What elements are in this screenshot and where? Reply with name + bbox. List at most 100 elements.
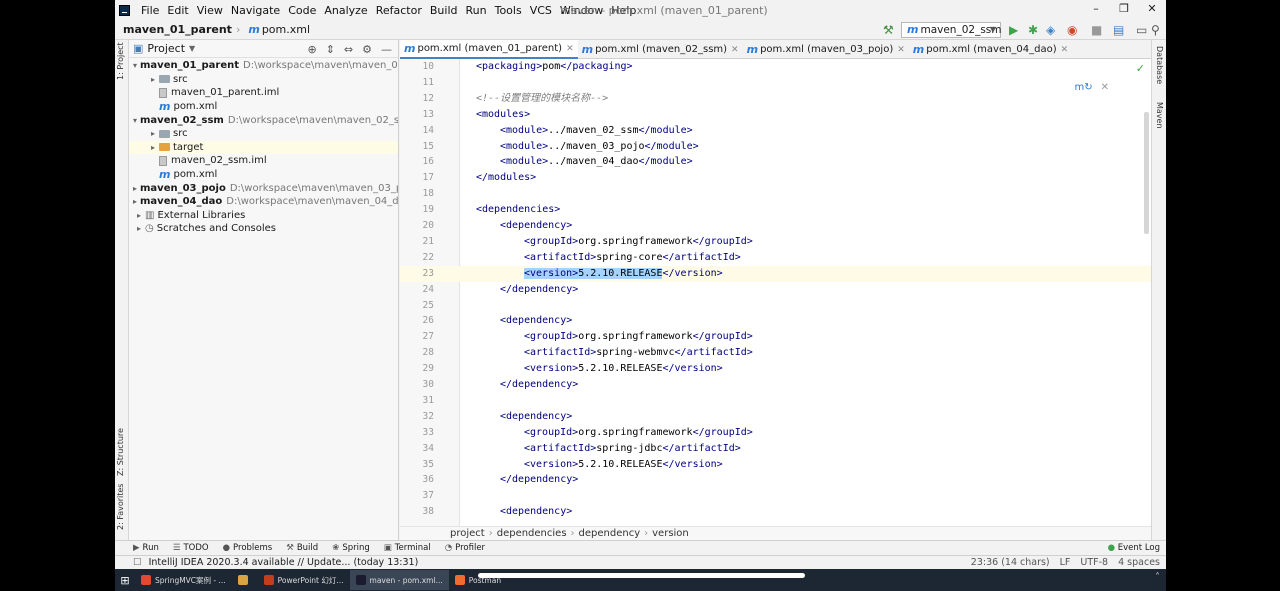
- code-line[interactable]: 18: [400, 186, 1151, 202]
- code-line[interactable]: 34 <artifactId>spring-jdbc</artifactId>: [400, 441, 1151, 457]
- code-line[interactable]: 27 <groupId>org.springframework</groupId>: [400, 329, 1151, 345]
- status-message[interactable]: IntelliJ IDEA 2020.3.4 available // Upda…: [149, 557, 419, 568]
- tree-item[interactable]: ▸ src: [129, 73, 398, 87]
- project-tool-tab[interactable]: 1: Project: [116, 42, 125, 80]
- code-line[interactable]: 23 <version>5.2.10.RELEASE</version>: [400, 265, 1151, 282]
- editor-tab[interactable]: m pom.xml (maven_01_parent) ✕: [400, 40, 578, 59]
- taskbar-app[interactable]: maven - pom.xml...: [349, 570, 449, 590]
- tool-window-terminal[interactable]: ▣ Terminal: [384, 543, 431, 553]
- chevron-right-icon[interactable]: ▸: [147, 143, 159, 152]
- code-line[interactable]: 28 <artifactId>spring-webmvc</artifactId>: [400, 345, 1151, 361]
- code-line[interactable]: 35 <version>5.2.10.RELEASE</version>: [400, 457, 1151, 473]
- event-log-button[interactable]: ● Event Log: [1108, 543, 1160, 553]
- code-line[interactable]: 33 <groupId>org.springframework</groupId>: [400, 425, 1151, 441]
- tool-window-profiler[interactable]: ◔ Profiler: [445, 543, 485, 553]
- editor-tab[interactable]: m pom.xml (maven_02_ssm) ✕: [578, 40, 743, 59]
- caret-position[interactable]: 23:36 (14 chars): [971, 556, 1050, 569]
- tree-item[interactable]: maven_01_parent.iml: [129, 86, 398, 100]
- close-icon[interactable]: ✕: [1061, 45, 1069, 55]
- structure-tool-tab[interactable]: Z: Structure: [116, 428, 125, 476]
- taskbar-app[interactable]: SpringMVC案例 - ...: [135, 570, 232, 590]
- code-line[interactable]: 15 <module>../maven_03_pojo</module>: [400, 139, 1151, 155]
- taskbar-app[interactable]: PowerPoint 幻灯...: [258, 570, 350, 590]
- xml-breadcrumb-item[interactable]: dependencies: [497, 528, 567, 539]
- file-encoding[interactable]: UTF-8: [1080, 556, 1108, 569]
- xml-breadcrumb-item[interactable]: project: [450, 528, 485, 539]
- code-line[interactable]: 25: [400, 298, 1151, 314]
- menu-file[interactable]: File: [137, 4, 163, 17]
- close-icon[interactable]: ✕: [897, 45, 905, 55]
- chevron-right-icon[interactable]: ▸: [133, 224, 145, 233]
- coverage-icon[interactable]: ◈: [1046, 23, 1055, 37]
- xml-breadcrumb-item[interactable]: version: [652, 528, 689, 539]
- tool-window-problems[interactable]: ● Problems: [223, 543, 273, 553]
- tool-window-run[interactable]: ▶ Run: [133, 543, 159, 553]
- expand-all-icon[interactable]: ⇕: [326, 43, 335, 56]
- menu-tools[interactable]: Tools: [491, 4, 526, 17]
- tool-window-spring[interactable]: ❀ Spring: [332, 543, 370, 553]
- tree-item[interactable]: maven_02_ssm.iml: [129, 154, 398, 168]
- project-panel-title[interactable]: Project: [147, 42, 185, 55]
- menu-analyze[interactable]: Analyze: [320, 4, 371, 17]
- load-maven-changes-popup[interactable]: m↻ ✕: [1074, 82, 1109, 93]
- code-line[interactable]: 12 <!--设置管理的模块名称-->: [400, 91, 1151, 107]
- menu-edit[interactable]: Edit: [163, 4, 192, 17]
- build-hammer-icon[interactable]: ⚒: [883, 23, 894, 37]
- minimize-button[interactable]: –: [1082, 0, 1110, 20]
- close-button[interactable]: ✕: [1138, 0, 1166, 20]
- code-line[interactable]: 11: [400, 75, 1151, 91]
- code-line[interactable]: 16 <module>../maven_04_dao</module>: [400, 154, 1151, 170]
- tree-item[interactable]: ▸ target: [129, 140, 398, 155]
- chevron-down-icon[interactable]: ▾: [133, 61, 137, 70]
- stop-icon[interactable]: ■: [1091, 23, 1102, 37]
- code-line[interactable]: 30 </dependency>: [400, 377, 1151, 393]
- tray-expand-icon[interactable]: ˄: [1155, 572, 1160, 583]
- tree-item[interactable]: m pom.xml: [129, 168, 398, 182]
- collapse-all-icon[interactable]: ⇔: [344, 43, 353, 56]
- menu-refactor[interactable]: Refactor: [372, 4, 426, 17]
- code-line[interactable]: 17 </modules>: [400, 170, 1151, 186]
- line-separator[interactable]: LF: [1060, 556, 1071, 569]
- inspection-ok-icon[interactable]: ✓: [1136, 62, 1145, 75]
- hide-panel-icon[interactable]: —: [381, 43, 392, 56]
- breadcrumb-project[interactable]: maven_01_parent: [115, 23, 232, 36]
- xml-breadcrumb-item[interactable]: dependency: [579, 528, 641, 539]
- chevron-right-icon[interactable]: ▸: [133, 197, 137, 206]
- close-icon[interactable]: ✕: [566, 44, 574, 54]
- chevron-down-icon[interactable]: ▼: [189, 44, 195, 53]
- chevron-right-icon[interactable]: ▸: [133, 211, 145, 220]
- code-line[interactable]: 10 <packaging>pom</packaging>: [400, 59, 1151, 75]
- windows-start-icon[interactable]: ⊞: [115, 569, 135, 591]
- code-line[interactable]: 26 <dependency>: [400, 313, 1151, 329]
- code-line[interactable]: 36 </dependency>: [400, 472, 1151, 488]
- tree-item[interactable]: ▸ maven_04_dao D:\workspace\maven\maven_04…: [129, 195, 398, 209]
- code-line[interactable]: 22 <artifactId>spring-core</artifactId>: [400, 250, 1151, 266]
- tree-item[interactable]: ▸ src: [129, 127, 398, 141]
- code-line[interactable]: 31: [400, 393, 1151, 409]
- project-structure-icon[interactable]: ▤: [1113, 23, 1124, 37]
- editor-tab[interactable]: m pom.xml (maven_04_dao) ✕: [909, 40, 1072, 59]
- code-line[interactable]: 24 </dependency>: [400, 282, 1151, 298]
- code-line[interactable]: 37: [400, 488, 1151, 504]
- tree-item[interactable]: ▾ maven_01_parent D:\workspace\maven\maven…: [129, 59, 398, 73]
- code-line[interactable]: 13 <modules>: [400, 107, 1151, 123]
- chevron-right-icon[interactable]: ▸: [133, 184, 137, 193]
- tree-item[interactable]: m pom.xml: [129, 100, 398, 114]
- code-line[interactable]: 19 <dependencies>: [400, 202, 1151, 218]
- code-line[interactable]: 32 <dependency>: [400, 409, 1151, 425]
- tree-item[interactable]: ▸ ◷ Scratches and Consoles: [129, 222, 398, 236]
- breadcrumb-file[interactable]: m pom.xml: [240, 23, 310, 36]
- profile-icon[interactable]: ◉: [1067, 23, 1077, 37]
- code-line[interactable]: 38 <dependency>: [400, 504, 1151, 520]
- menu-code[interactable]: Code: [284, 4, 320, 17]
- menu-view[interactable]: View: [193, 4, 227, 17]
- menu-build[interactable]: Build: [426, 4, 462, 17]
- run-icon[interactable]: ▶: [1009, 23, 1018, 37]
- run-configuration-select[interactable]: m maven_02_ssm ▼: [901, 22, 1002, 38]
- tree-item[interactable]: ▸ maven_03_pojo D:\workspace\maven\maven_0…: [129, 181, 398, 195]
- menu-vcs[interactable]: VCS: [526, 4, 556, 17]
- indent-setting[interactable]: 4 spaces: [1118, 556, 1160, 569]
- close-icon[interactable]: ✕: [1101, 82, 1109, 93]
- maven-tool-tab[interactable]: Maven: [1155, 102, 1164, 129]
- maven-reload-icon[interactable]: m↻: [1074, 82, 1092, 93]
